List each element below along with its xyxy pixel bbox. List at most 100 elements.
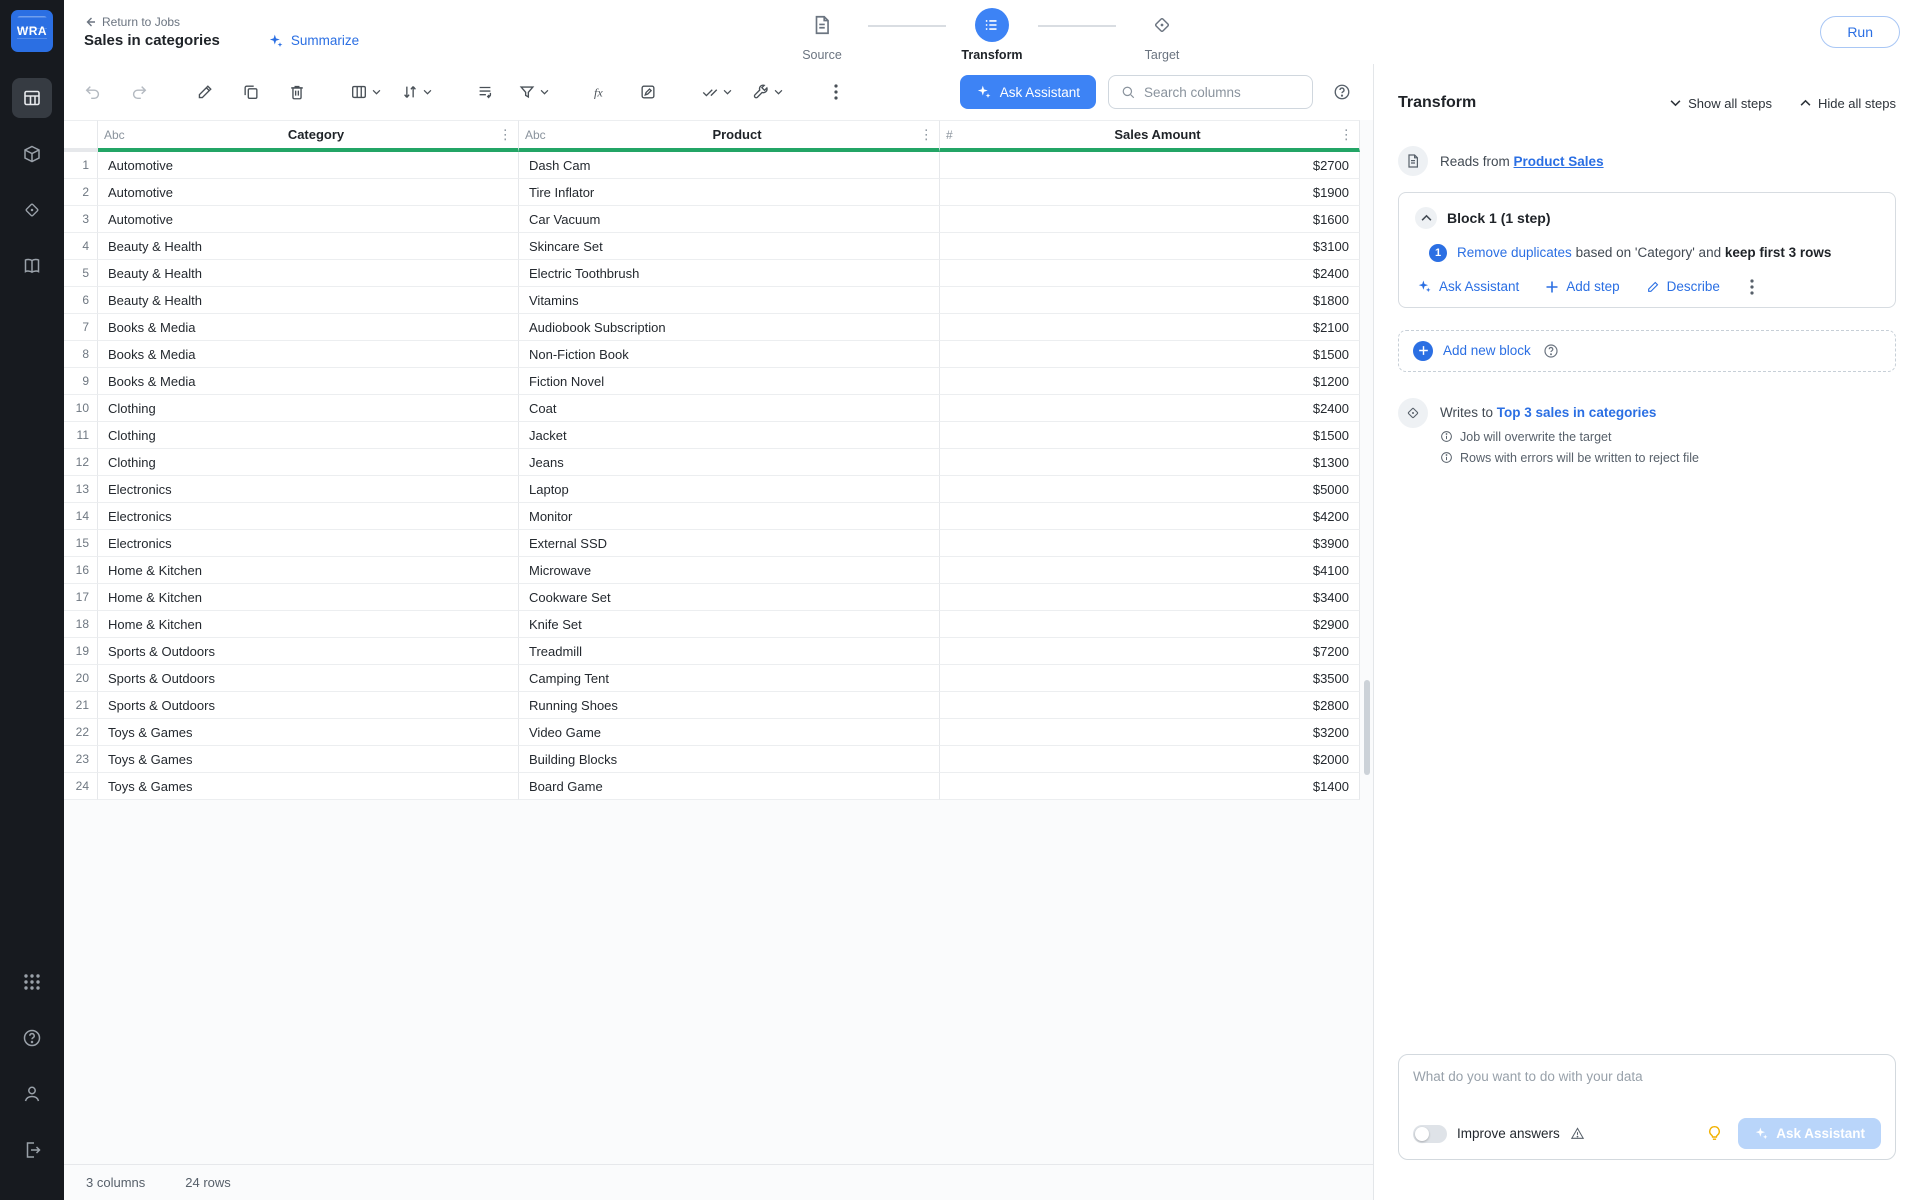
cell-category[interactable]: Home & Kitchen [98, 584, 519, 611]
cell-category[interactable]: Beauty & Health [98, 287, 519, 314]
improve-answers-toggle[interactable] [1413, 1125, 1447, 1143]
cell-category[interactable]: Beauty & Health [98, 260, 519, 287]
block-overflow-button[interactable] [1750, 279, 1754, 295]
cell-product[interactable]: Knife Set [519, 611, 940, 638]
block-collapse-header[interactable]: Block 1 (1 step) [1415, 207, 1879, 229]
cell-sales-amount[interactable]: $2100 [940, 314, 1360, 341]
cell-sales-amount[interactable]: $1800 [940, 287, 1360, 314]
cell-sales-amount[interactable]: $1300 [940, 449, 1360, 476]
cell-category[interactable]: Electronics [98, 476, 519, 503]
cell-product[interactable]: Fiction Novel [519, 368, 940, 395]
cell-category[interactable]: Sports & Outdoors [98, 665, 519, 692]
column-menu-icon[interactable]: ⋮ [919, 127, 933, 143]
table-row[interactable]: 5Beauty & HealthElectric Toothbrush$2400 [64, 260, 1360, 287]
table-row[interactable]: 1AutomotiveDash Cam$2700 [64, 152, 1360, 179]
sidebar-item-help[interactable] [12, 1018, 52, 1058]
cell-category[interactable]: Toys & Games [98, 719, 519, 746]
writes-to-target-link[interactable]: Top 3 sales in categories [1497, 405, 1657, 420]
cell-sales-amount[interactable]: $7200 [940, 638, 1360, 665]
reads-from-source-link[interactable]: Product Sales [1514, 154, 1604, 169]
table-row[interactable]: 23Toys & GamesBuilding Blocks$2000 [64, 746, 1360, 773]
run-button[interactable]: Run [1820, 16, 1900, 48]
sidebar-item-projects[interactable] [12, 134, 52, 174]
describe-button[interactable]: Describe [1646, 279, 1720, 294]
table-row[interactable]: 2AutomotiveTire Inflator$1900 [64, 179, 1360, 206]
cell-sales-amount[interactable]: $2800 [940, 692, 1360, 719]
vertical-scrollbar[interactable] [1364, 680, 1370, 775]
cell-product[interactable]: Dash Cam [519, 152, 940, 179]
rows-button[interactable] [468, 75, 502, 109]
cell-product[interactable]: Audiobook Subscription [519, 314, 940, 341]
cell-product[interactable]: Monitor [519, 503, 940, 530]
cell-product[interactable]: Treadmill [519, 638, 940, 665]
cell-product[interactable]: Skincare Set [519, 233, 940, 260]
cell-product[interactable]: Running Shoes [519, 692, 940, 719]
cell-product[interactable]: Car Vacuum [519, 206, 940, 233]
cell-category[interactable]: Electronics [98, 530, 519, 557]
cell-sales-amount[interactable]: $3500 [940, 665, 1360, 692]
cell-sales-amount[interactable]: $3900 [940, 530, 1360, 557]
cell-product[interactable]: Coat [519, 395, 940, 422]
cell-sales-amount[interactable]: $3200 [940, 719, 1360, 746]
cell-product[interactable]: Electric Toothbrush [519, 260, 940, 287]
filter-menu-button[interactable] [514, 75, 553, 109]
stepper-source[interactable]: Source [776, 8, 868, 62]
duplicate-button[interactable] [234, 75, 268, 109]
show-all-steps-button[interactable]: Show all steps [1670, 96, 1772, 111]
table-row[interactable]: 16Home & KitchenMicrowave$4100 [64, 557, 1360, 584]
stepper-target[interactable]: Target [1116, 8, 1208, 62]
table-row[interactable]: 13ElectronicsLaptop$5000 [64, 476, 1360, 503]
stepper-transform[interactable]: Transform [946, 8, 1038, 62]
cell-sales-amount[interactable]: $2700 [940, 152, 1360, 179]
table-row[interactable]: 10ClothingCoat$2400 [64, 395, 1360, 422]
cell-product[interactable]: Laptop [519, 476, 940, 503]
cell-category[interactable]: Clothing [98, 422, 519, 449]
redo-button[interactable] [122, 75, 156, 109]
sidebar-item-signout[interactable] [12, 1130, 52, 1170]
table-row[interactable]: 3AutomotiveCar Vacuum$1600 [64, 206, 1360, 233]
cell-sales-amount[interactable]: $3100 [940, 233, 1360, 260]
cell-product[interactable]: External SSD [519, 530, 940, 557]
cell-category[interactable]: Books & Media [98, 341, 519, 368]
table-row[interactable]: 7Books & MediaAudiobook Subscription$210… [64, 314, 1360, 341]
suggestions-button[interactable] [1705, 1124, 1724, 1143]
tools-menu-button[interactable] [748, 75, 787, 109]
step-action-link[interactable]: Remove duplicates [1457, 245, 1572, 260]
cell-sales-amount[interactable]: $1400 [940, 773, 1360, 800]
chat-ask-assistant-button[interactable]: Ask Assistant [1738, 1118, 1881, 1149]
cell-category[interactable]: Automotive [98, 206, 519, 233]
cell-sales-amount[interactable]: $1900 [940, 179, 1360, 206]
cell-sales-amount[interactable]: $4200 [940, 503, 1360, 530]
edit-button[interactable] [188, 75, 222, 109]
sidebar-item-account[interactable] [12, 1074, 52, 1114]
cell-category[interactable]: Home & Kitchen [98, 611, 519, 638]
cell-category[interactable]: Beauty & Health [98, 233, 519, 260]
search-columns-input[interactable] [1144, 85, 1300, 100]
hide-all-steps-button[interactable]: Hide all steps [1800, 96, 1896, 111]
return-to-jobs-link[interactable]: Return to Jobs [84, 15, 359, 29]
cell-category[interactable]: Automotive [98, 179, 519, 206]
add-step-button[interactable]: Add step [1545, 279, 1619, 294]
table-row[interactable]: 17Home & KitchenCookware Set$3400 [64, 584, 1360, 611]
cell-sales-amount[interactable]: $2400 [940, 260, 1360, 287]
add-new-block-button[interactable]: Add new block [1398, 330, 1896, 372]
table-row[interactable]: 6Beauty & HealthVitamins$1800 [64, 287, 1360, 314]
table-row[interactable]: 14ElectronicsMonitor$4200 [64, 503, 1360, 530]
table-row[interactable]: 9Books & MediaFiction Novel$1200 [64, 368, 1360, 395]
cell-category[interactable]: Electronics [98, 503, 519, 530]
column-menu-icon[interactable]: ⋮ [1339, 127, 1353, 143]
cell-product[interactable]: Microwave [519, 557, 940, 584]
help-circle-icon[interactable] [1543, 343, 1559, 359]
function-button[interactable]: fx [585, 75, 619, 109]
cell-category[interactable]: Books & Media [98, 368, 519, 395]
cell-sales-amount[interactable]: $1500 [940, 422, 1360, 449]
toolbar-overflow-button[interactable] [819, 75, 853, 109]
table-row[interactable]: 4Beauty & HealthSkincare Set$3100 [64, 233, 1360, 260]
cell-product[interactable]: Camping Tent [519, 665, 940, 692]
table-row[interactable]: 19Sports & OutdoorsTreadmill$7200 [64, 638, 1360, 665]
column-menu-icon[interactable]: ⋮ [498, 127, 512, 143]
cell-sales-amount[interactable]: $1200 [940, 368, 1360, 395]
columns-menu-button[interactable] [346, 75, 385, 109]
ask-assistant-button[interactable]: Ask Assistant [960, 75, 1096, 109]
table-row[interactable]: 11ClothingJacket$1500 [64, 422, 1360, 449]
